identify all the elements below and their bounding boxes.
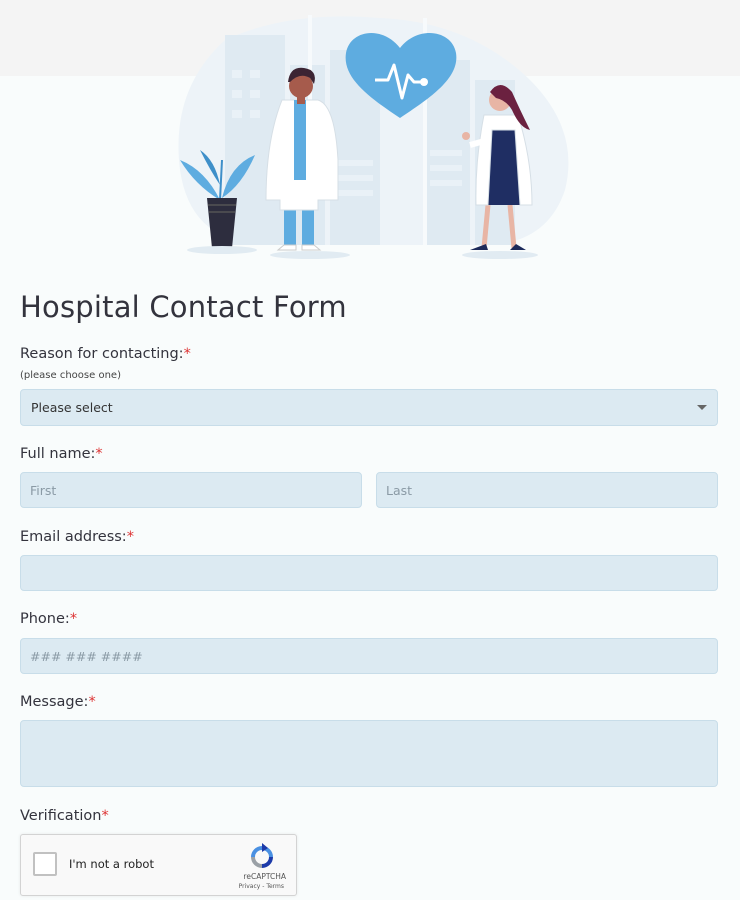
phone-label-text: Phone:	[20, 611, 70, 627]
reason-label: Reason for contacting:*	[20, 346, 191, 362]
phone-input[interactable]	[20, 638, 718, 674]
recaptcha-checkbox[interactable]	[33, 852, 57, 876]
message-textarea[interactable]	[20, 720, 718, 787]
required-mark: *	[95, 446, 103, 462]
recaptcha-brand: reCAPTCHA	[243, 872, 286, 881]
required-mark: *	[101, 808, 109, 824]
required-mark: *	[88, 694, 96, 710]
full-name-label: Full name:*	[20, 446, 103, 462]
full-name-label-text: Full name:	[20, 446, 96, 462]
verification-label: Verification*	[20, 808, 109, 824]
required-mark: *	[69, 611, 78, 627]
recaptcha-widget: I'm not a robot reCAPTCHA Privacy - Term…	[20, 834, 297, 896]
page-title: Hospital Contact Form	[20, 290, 347, 324]
recaptcha-privacy-link[interactable]: Privacy	[239, 883, 261, 890]
recaptcha-terms-link[interactable]: Terms	[266, 883, 284, 890]
last-name-input[interactable]	[376, 472, 718, 508]
contact-form: Hospital Contact Form	[20, 290, 718, 324]
chevron-down-icon	[697, 405, 707, 410]
reason-hint: (please choose one)	[20, 370, 121, 381]
message-label: Message:*	[20, 694, 96, 710]
recaptcha-logo-icon	[251, 843, 273, 868]
reason-select-value: Please select	[31, 400, 113, 415]
email-label-text: Email address:	[20, 529, 127, 545]
hero-illustration	[178, 15, 569, 259]
phone-label: Phone:*	[20, 611, 77, 627]
recaptcha-label: I'm not a robot	[69, 857, 154, 871]
required-mark: *	[183, 346, 191, 362]
email-input[interactable]	[20, 555, 718, 591]
reason-select[interactable]: Please select	[20, 389, 718, 426]
recaptcha-links: Privacy - Terms	[239, 883, 284, 890]
verification-label-text: Verification	[20, 808, 102, 824]
message-label-text: Message:	[20, 694, 89, 710]
required-mark: *	[126, 529, 134, 545]
email-label: Email address:*	[20, 529, 134, 545]
reason-label-text: Reason for contacting:	[20, 346, 184, 362]
first-name-input[interactable]	[20, 472, 362, 508]
